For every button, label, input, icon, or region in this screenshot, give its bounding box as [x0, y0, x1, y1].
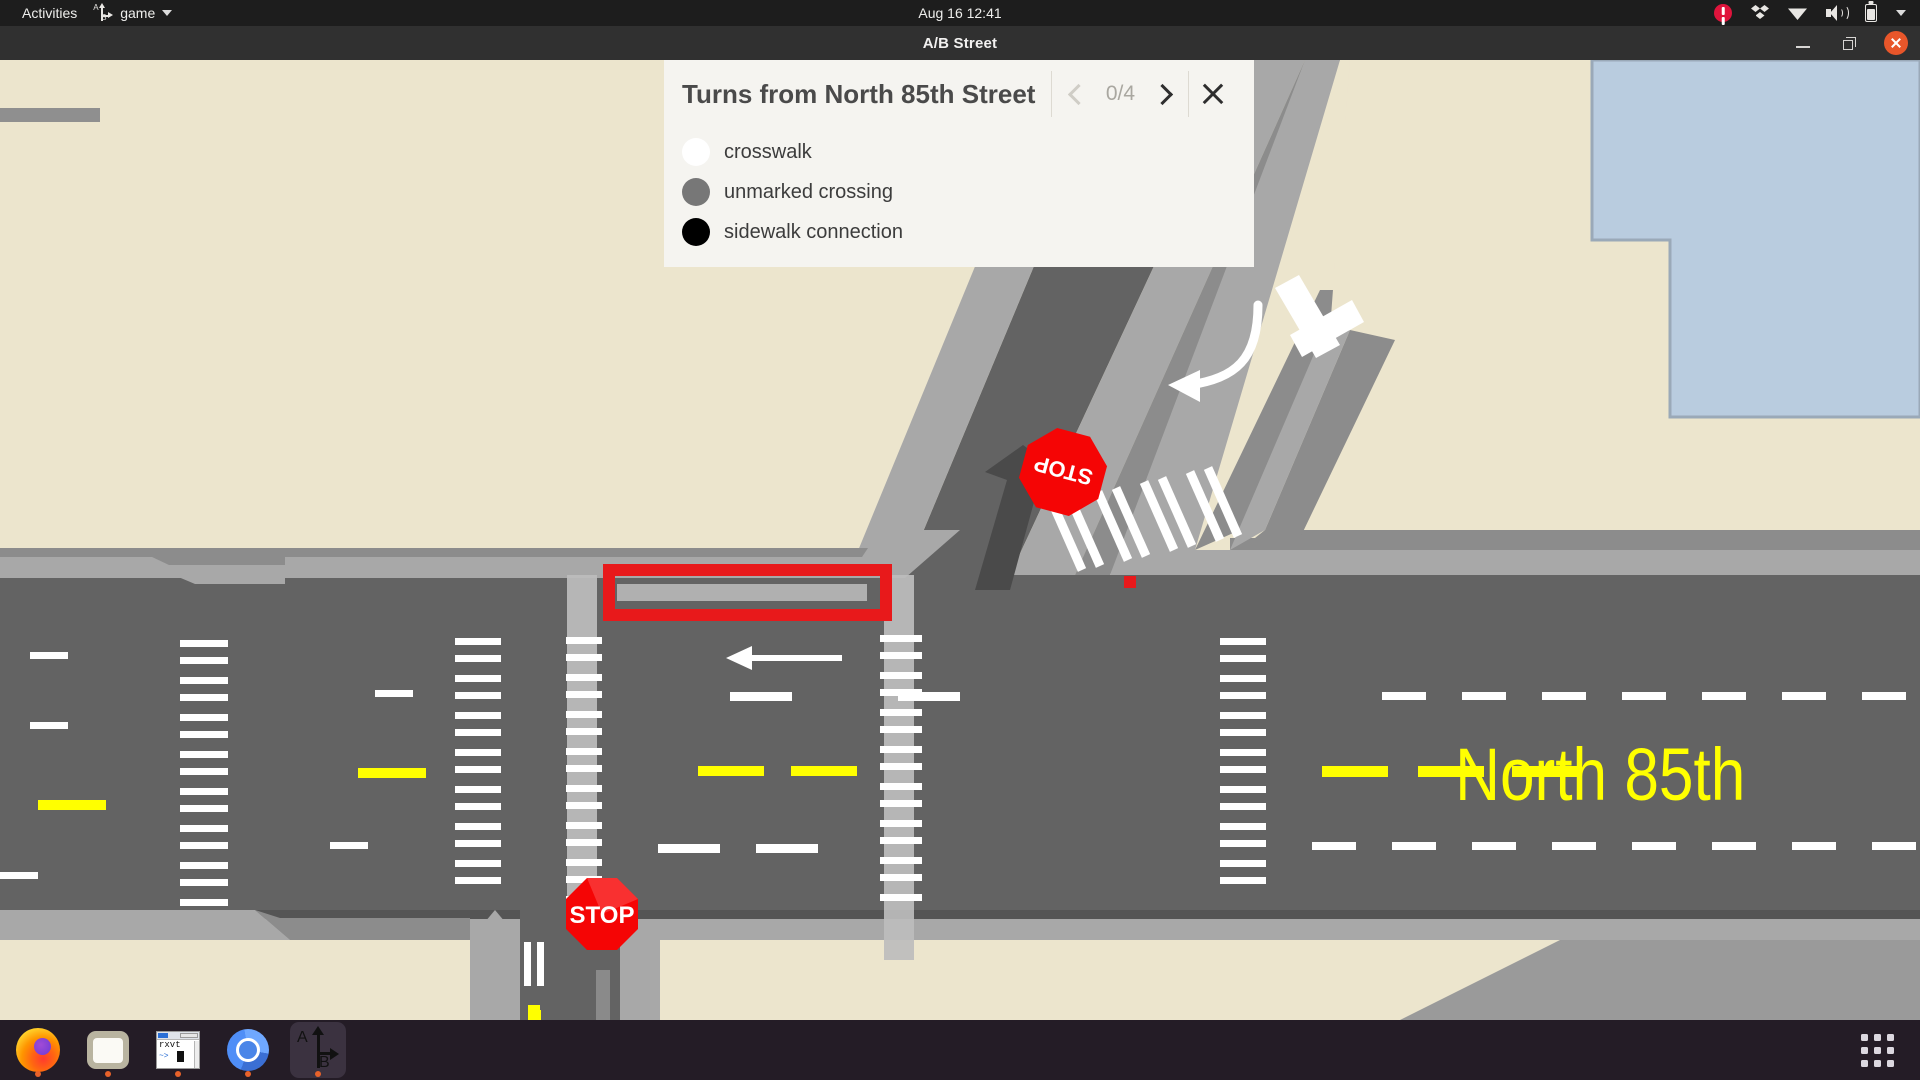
ab-street-icon: A B	[296, 1026, 340, 1072]
wifi-icon[interactable]	[1788, 8, 1807, 20]
taskbar-item-terminal[interactable]: rxvt ~>	[150, 1022, 206, 1078]
top-bar-left: Activities A B game	[0, 3, 173, 23]
running-indicator	[315, 1071, 321, 1077]
ab-street-icon: A B	[93, 3, 114, 22]
selected-sidewalk-fill	[617, 584, 867, 601]
sidewalk-north-of-road-west	[0, 556, 600, 578]
panel-header: Turns from North 85th Street 0/4	[664, 60, 1254, 128]
legend-item-sidewalk-connection: sidewalk connection	[682, 212, 1254, 252]
rxvt-terminal-icon: rxvt ~>	[156, 1031, 200, 1069]
nav-divider	[1188, 71, 1190, 117]
crosswalk-west	[180, 640, 228, 906]
chevron-left-icon	[1067, 83, 1090, 105]
terminal-prompt-text: ~>	[159, 1052, 169, 1061]
chromium-icon	[227, 1029, 269, 1071]
battery-icon[interactable]	[1865, 4, 1877, 22]
sidewalk-southwest	[0, 910, 290, 940]
stop-sign-s: STOP	[566, 878, 638, 950]
running-indicator	[105, 1071, 111, 1077]
taskbar-item-chromium[interactable]	[220, 1022, 276, 1078]
clock[interactable]: Aug 16 12:41	[918, 5, 1001, 21]
sidewalk-ne-2	[1230, 550, 1920, 575]
system-top-bar: Activities A B game Aug 16 12:41	[0, 0, 1920, 26]
close-panel-button[interactable]	[1193, 71, 1233, 117]
next-turn-button[interactable]	[1144, 71, 1184, 117]
legend-item-crosswalk: crosswalk	[682, 132, 1254, 172]
turn-counter: 0/4	[1105, 82, 1136, 105]
running-indicator	[175, 1071, 181, 1077]
street-name-label: North 85th	[1455, 734, 1745, 816]
taskbar-item-files[interactable]	[80, 1022, 136, 1078]
sidewalk-column-west	[567, 575, 597, 920]
taskbar-items: rxvt ~> A B	[0, 1022, 346, 1078]
window-controls	[1792, 26, 1908, 60]
dropbox-icon[interactable]	[1751, 4, 1769, 22]
close-icon	[1200, 81, 1226, 107]
legend-item-unmarked-crossing: unmarked crossing	[682, 172, 1254, 212]
curb-north-west	[0, 548, 600, 557]
volume-icon[interactable]	[1826, 5, 1849, 21]
window-title: A/B Street	[922, 34, 998, 52]
turns-info-panel: Turns from North 85th Street 0/4 crosswa…	[664, 60, 1254, 267]
taskbar-item-firefox[interactable]	[10, 1022, 66, 1078]
curb-south-of-road	[0, 910, 1920, 919]
minimize-button[interactable]	[1792, 32, 1814, 54]
taskbar: rxvt ~> A B	[0, 1020, 1920, 1080]
system-tray	[1714, 4, 1906, 22]
close-button[interactable]	[1884, 31, 1908, 55]
app-menu-button[interactable]: A B game	[93, 3, 173, 22]
panel-navigation: 0/4	[1047, 71, 1233, 117]
maximize-button[interactable]	[1838, 32, 1860, 54]
crosswalk-center-east	[880, 635, 922, 901]
sidewalk-south-arm-east	[620, 940, 660, 1020]
curb-ne-2	[1240, 530, 1920, 550]
chevron-down-icon	[162, 10, 173, 16]
stop-sign-post	[596, 970, 610, 1020]
curb-mid-north	[600, 548, 905, 557]
legend-label-sidewalk-connection: sidewalk connection	[724, 220, 903, 243]
legend-label-crosswalk: crosswalk	[724, 140, 812, 163]
selection-handle	[1124, 576, 1136, 588]
show-applications-button[interactable]	[1861, 1033, 1894, 1067]
legend-swatch-unmarked-crossing	[682, 178, 710, 206]
files-icon	[87, 1031, 129, 1069]
stop-sign-s-text: STOP	[570, 902, 635, 929]
alert-icon[interactable]	[1714, 4, 1732, 22]
road-stub-topleft	[0, 108, 100, 122]
legend-swatch-sidewalk-connection	[682, 218, 710, 246]
app-menu-label: game	[120, 5, 156, 21]
chevron-down-icon[interactable]	[1896, 10, 1906, 16]
legend-swatch-crosswalk	[682, 138, 710, 166]
crosswalk-center-west	[566, 637, 602, 903]
legend-label-unmarked-crossing: unmarked crossing	[724, 180, 893, 203]
nav-divider	[1051, 71, 1053, 117]
chevron-right-icon	[1151, 83, 1174, 105]
taskbar-item-abstreet[interactable]: A B	[290, 1022, 346, 1078]
window-title-bar: A/B Street	[0, 26, 1920, 60]
activities-button[interactable]: Activities	[16, 3, 83, 23]
running-indicator	[35, 1071, 41, 1077]
running-indicator	[245, 1071, 251, 1077]
panel-title: Turns from North 85th Street	[682, 78, 1036, 109]
firefox-icon	[16, 1028, 60, 1072]
panel-legend: crosswalk unmarked crossing sidewalk con…	[664, 128, 1254, 252]
terminal-title-text: rxvt	[159, 1040, 181, 1050]
previous-turn-button[interactable]	[1056, 71, 1096, 117]
center-line-south-arm-2	[528, 1005, 540, 1020]
